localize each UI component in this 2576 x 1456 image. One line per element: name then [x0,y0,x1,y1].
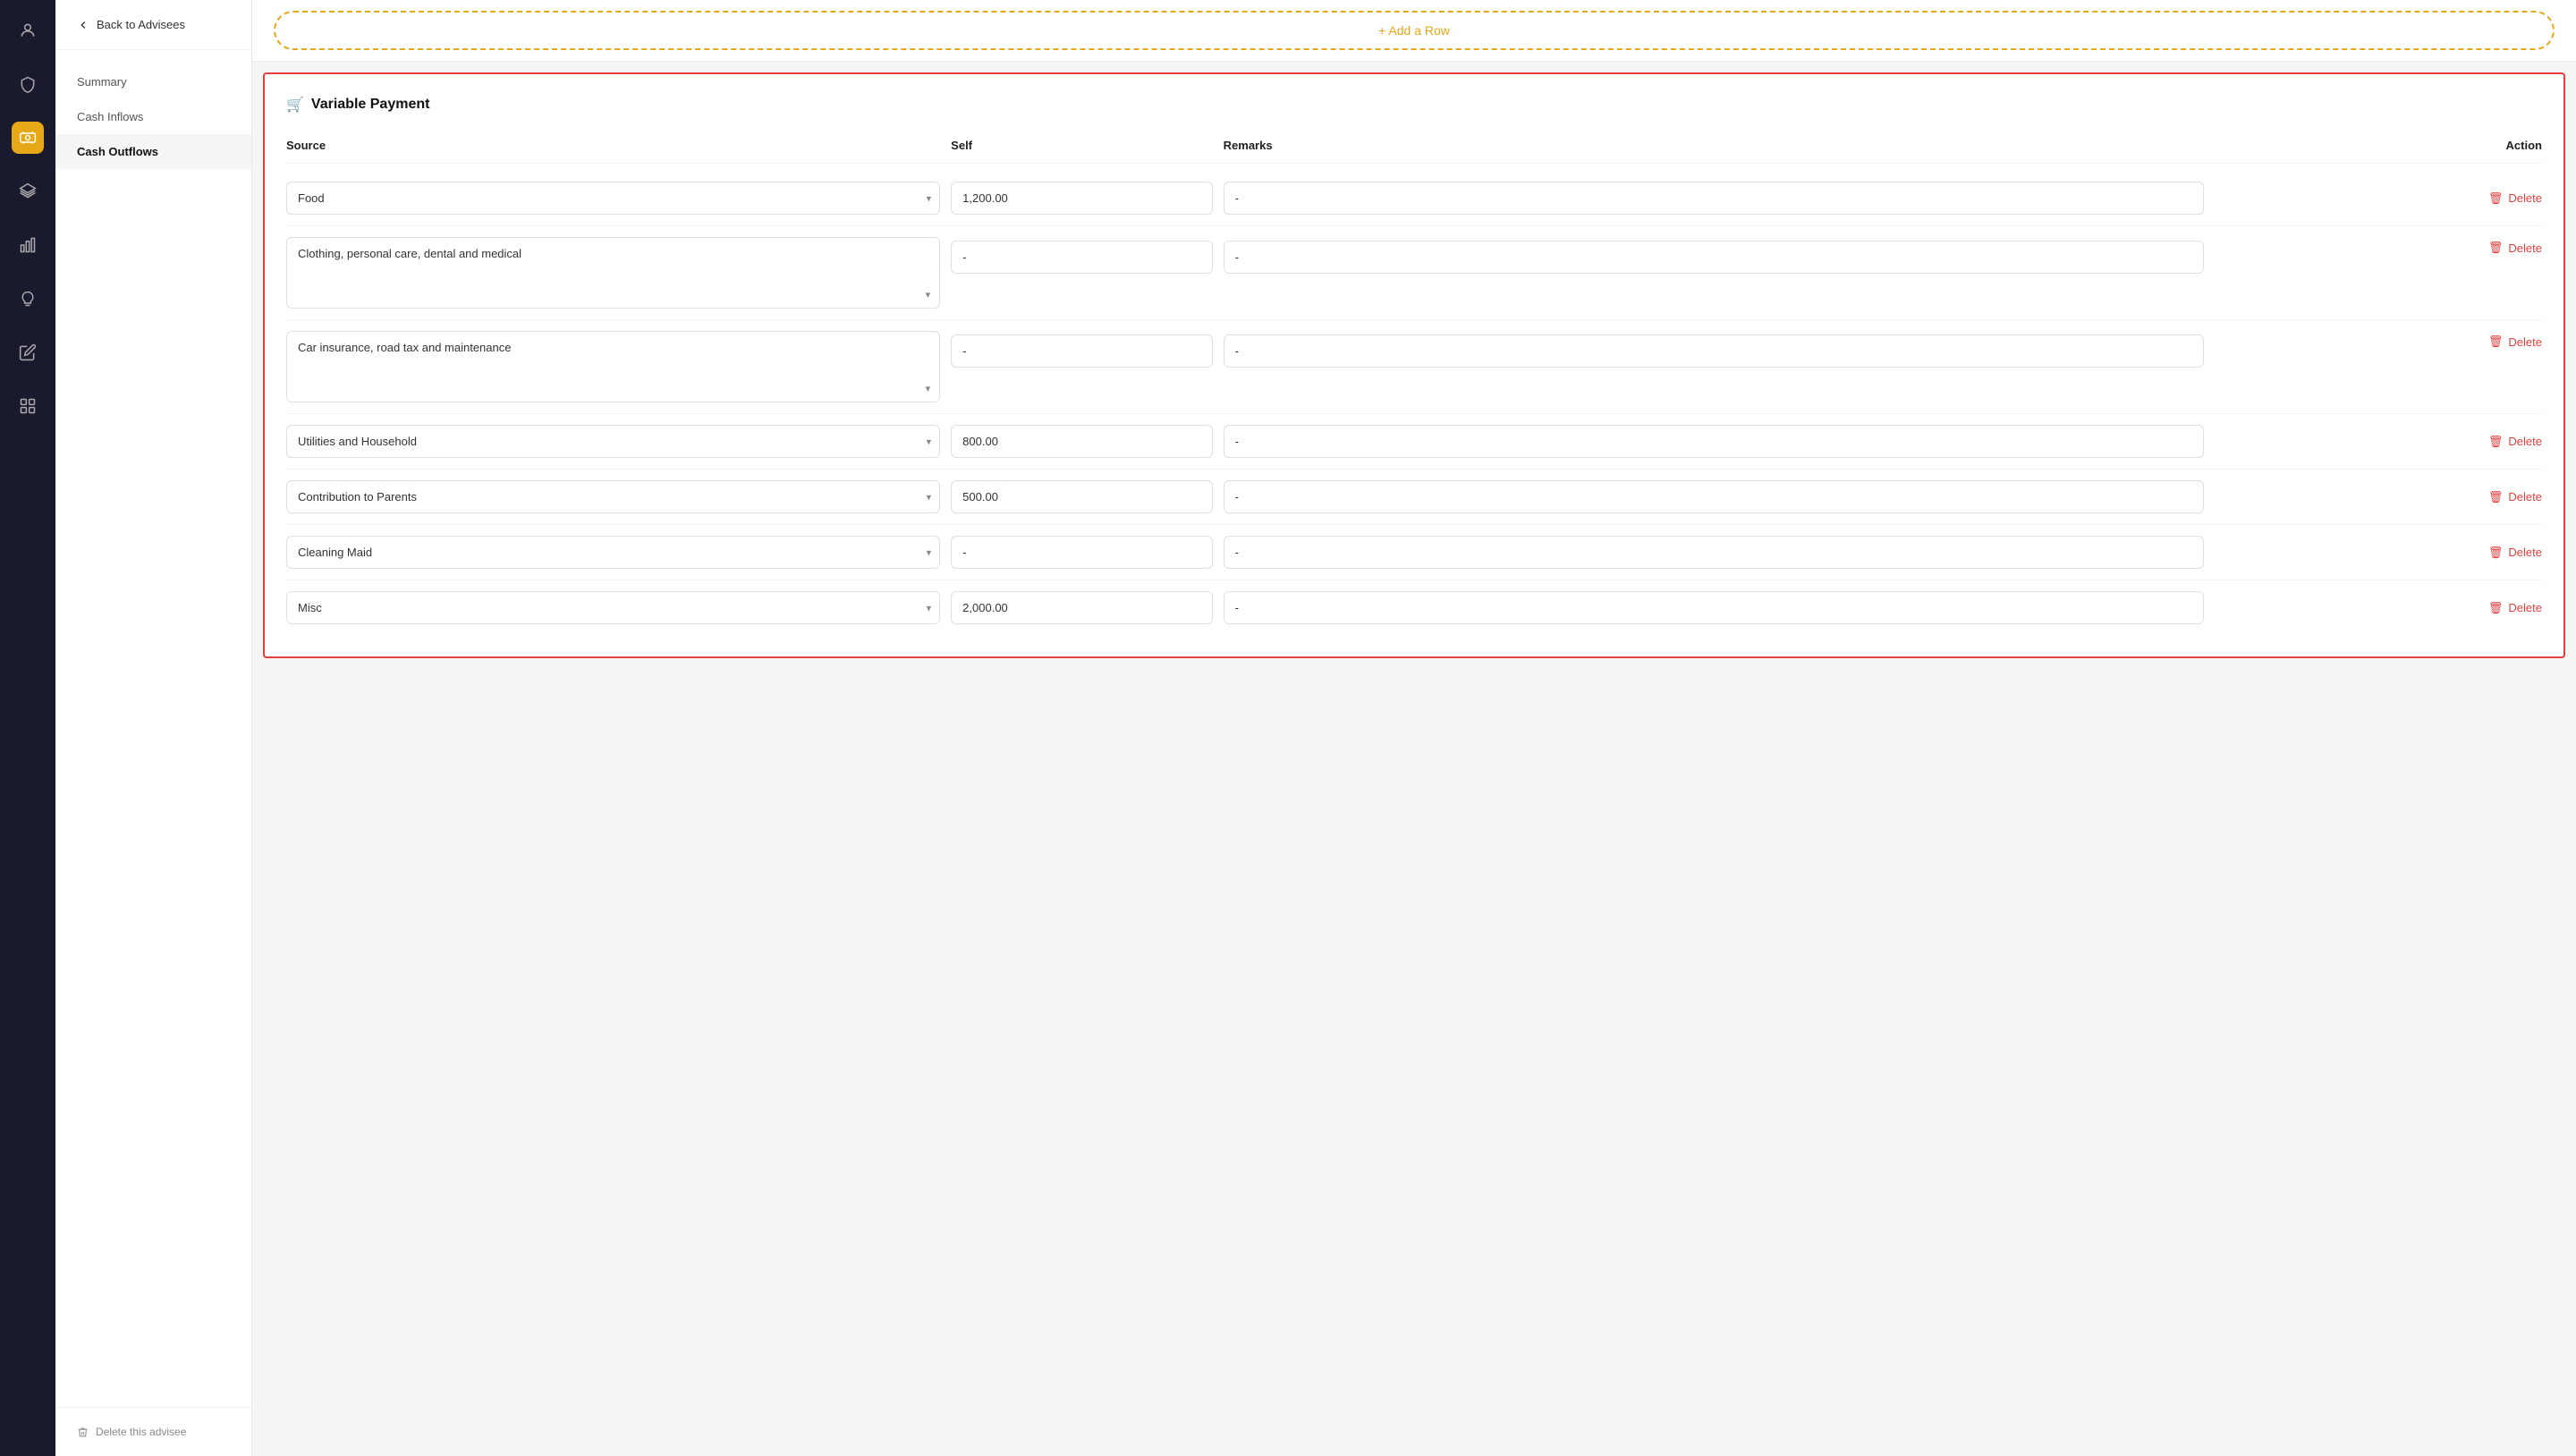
source-select-6[interactable]: Cleaning Maid [286,536,940,569]
section-title-text: Variable Payment [311,97,430,113]
source-select-wrapper-7: Misc ▾ [286,591,940,624]
trash-icon: 🗑 [2488,601,2504,615]
self-value-input-3[interactable] [951,334,1212,368]
trash-icon: 🗑 [2488,241,2504,255]
source-select-7[interactable]: Misc [286,591,940,624]
source-select-wrapper-1: Food ▾ [286,182,940,215]
table-row: Clothing, personal care, dental and medi… [286,226,2542,320]
source-select-wrapper-2: Clothing, personal care, dental and medi… [286,237,940,309]
delete-label-5: Delete [2508,490,2542,504]
delete-button-4[interactable]: 🗑 Delete [2215,435,2542,449]
nav-item-cash-outflows[interactable]: Cash Outflows [55,134,251,169]
source-select-5[interactable]: Contribution to Parents [286,480,940,513]
main-content: + Add a Row 🛒 Variable Payment Source Se… [252,0,2576,1456]
table-row: Cleaning Maid ▾ 🗑 Delete [286,525,2542,580]
delete-label-1: Delete [2508,191,2542,205]
self-value-input-6[interactable] [951,536,1212,569]
source-select-wrapper-6: Cleaning Maid ▾ [286,536,940,569]
table-header: Source Self Remarks Action [286,131,2542,164]
icon-sidebar [0,0,55,1456]
chevron-down-icon: ▾ [926,289,931,301]
self-value-input-7[interactable] [951,591,1212,624]
source-text-2: Clothing, personal care, dental and medi… [298,247,911,260]
source-box-2[interactable]: Clothing, personal care, dental and medi… [286,237,940,309]
col-remarks: Remarks [1224,139,2205,152]
source-select-wrapper-3: Car insurance, road tax and maintenance … [286,331,940,402]
remarks-input-5[interactable] [1224,480,2205,513]
source-select-1[interactable]: Food [286,182,940,215]
chart-icon[interactable] [12,229,44,261]
self-value-input-2[interactable] [951,241,1212,274]
variable-payment-section: 🛒 Variable Payment Source Self Remarks A… [263,72,2565,658]
remarks-input-6[interactable] [1224,536,2205,569]
self-value-input-5[interactable] [951,480,1212,513]
remarks-input-7[interactable] [1224,591,2205,624]
delete-label-6: Delete [2508,546,2542,559]
person-icon[interactable] [12,14,44,47]
col-action: Action [2215,139,2542,152]
shield-icon[interactable] [12,68,44,100]
layers-icon[interactable] [12,175,44,207]
delete-advisee-label: Delete this advisee [96,1426,186,1438]
delete-button-3[interactable]: 🗑 Delete [2215,334,2542,349]
trash-icon: 🗑 [2488,490,2504,504]
edit-icon[interactable] [12,336,44,368]
delete-button-2[interactable]: 🗑 Delete [2215,241,2542,255]
trash-icon: 🗑 [2488,546,2504,560]
delete-advisee-button[interactable]: Delete this advisee [77,1426,230,1438]
source-select-wrapper-4: Utilities and Household ▾ [286,425,940,458]
remarks-input-4[interactable] [1224,425,2205,458]
trash-icon: 🗑 [2488,334,2504,349]
trash-icon: 🗑 [2488,435,2504,449]
col-self: Self [951,139,1212,152]
chevron-down-icon: ▾ [926,383,931,394]
delete-label-4: Delete [2508,435,2542,448]
box-icon[interactable] [12,390,44,422]
nav-item-cash-inflows[interactable]: Cash Inflows [55,99,251,134]
trash-icon: 🗑 [2488,191,2504,206]
section-title: 🛒 Variable Payment [286,96,2542,114]
source-select-wrapper-5: Contribution to Parents ▾ [286,480,940,513]
table-row: Food ▾ 🗑 Delete [286,171,2542,226]
delete-button-6[interactable]: 🗑 Delete [2215,546,2542,560]
delete-label-3: Delete [2508,335,2542,349]
nav-item-summary[interactable]: Summary [55,64,251,99]
col-source: Source [286,139,940,152]
delete-button-5[interactable]: 🗑 Delete [2215,490,2542,504]
cart-icon: 🛒 [286,96,304,114]
source-text-3: Car insurance, road tax and maintenance [298,341,911,354]
remarks-input-1[interactable] [1224,182,2205,215]
self-value-input-1[interactable] [951,182,1212,215]
delete-button-1[interactable]: 🗑 Delete [2215,191,2542,206]
self-value-input-4[interactable] [951,425,1212,458]
delete-label-7: Delete [2508,601,2542,614]
table-row: Contribution to Parents ▾ 🗑 Delete [286,470,2542,525]
table-row: Car insurance, road tax and maintenance … [286,320,2542,414]
nav-footer: Delete this advisee [55,1407,251,1456]
nav-panel: Back to Advisees Summary Cash Inflows Ca… [55,0,252,1456]
remarks-input-2[interactable] [1224,241,2205,274]
source-box-3[interactable]: Car insurance, road tax and maintenance … [286,331,940,402]
add-row-bar: + Add a Row [252,0,2576,62]
cash-icon[interactable] [12,122,44,154]
nav-items: Summary Cash Inflows Cash Outflows [55,50,251,1407]
back-label: Back to Advisees [97,18,185,31]
source-select-4[interactable]: Utilities and Household [286,425,940,458]
delete-button-7[interactable]: 🗑 Delete [2215,601,2542,615]
back-to-advisees-link[interactable]: Back to Advisees [55,0,251,50]
add-row-button[interactable]: + Add a Row [274,11,2555,50]
table-row: Utilities and Household ▾ 🗑 Delete [286,414,2542,470]
delete-label-2: Delete [2508,241,2542,255]
table-row: Misc ▾ 🗑 Delete [286,580,2542,635]
bulb-icon[interactable] [12,283,44,315]
remarks-input-3[interactable] [1224,334,2205,368]
